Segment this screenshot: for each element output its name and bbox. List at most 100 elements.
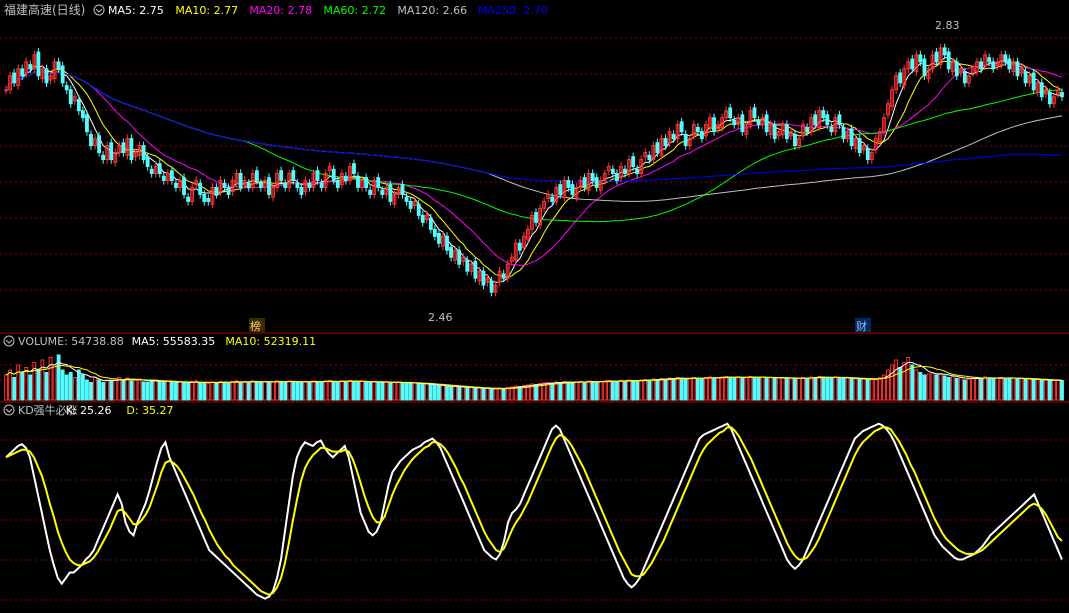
volume-indicator-toggle-icon[interactable] bbox=[3, 335, 15, 347]
candle-body bbox=[202, 193, 207, 202]
moving-average-lines bbox=[5, 57, 1063, 283]
candle-body bbox=[898, 72, 903, 84]
candle-body bbox=[89, 133, 93, 147]
legend-item: MA250: 2.70 bbox=[478, 4, 548, 17]
volume-bar bbox=[566, 381, 571, 401]
candle-body bbox=[865, 147, 870, 161]
volume-bar bbox=[619, 380, 623, 401]
candle-body bbox=[695, 126, 700, 133]
volume-bar bbox=[639, 379, 644, 401]
candle-body bbox=[121, 142, 126, 154]
volume-bar bbox=[331, 381, 336, 401]
candle-body bbox=[1003, 54, 1008, 63]
candle-body bbox=[400, 184, 405, 195]
candle-body bbox=[473, 260, 478, 279]
volume-bar bbox=[258, 381, 263, 401]
volume-bar bbox=[647, 379, 652, 401]
main-indicator-toggle-icon[interactable] bbox=[93, 4, 105, 16]
volume-bar bbox=[97, 379, 101, 401]
volume-bar bbox=[886, 369, 890, 401]
volume-bar bbox=[432, 385, 437, 401]
volume-bar bbox=[853, 378, 858, 401]
kd-indicator-toggle-icon[interactable] bbox=[3, 404, 15, 416]
candle-body bbox=[198, 182, 203, 195]
legend-item: K: 25.26 bbox=[66, 404, 112, 417]
candle-body bbox=[732, 119, 737, 126]
candle-body bbox=[420, 214, 425, 223]
volume-bar bbox=[776, 377, 781, 401]
volume-bar bbox=[161, 382, 166, 401]
volume-bar bbox=[760, 376, 765, 401]
stock-chart: 福建高速(日线) MA5: 2.75 MA10: 2.77 MA20: 2.78 MA… bbox=[0, 2, 1069, 601]
volume-bar bbox=[1031, 379, 1036, 401]
volume-bar bbox=[764, 377, 769, 401]
volume-bar bbox=[424, 383, 429, 401]
volume-bar bbox=[315, 381, 320, 401]
volume-bar bbox=[878, 377, 882, 401]
volume-bar bbox=[76, 369, 81, 401]
candle-body bbox=[364, 177, 369, 188]
volume-bar bbox=[942, 375, 947, 401]
d-line bbox=[5, 426, 1063, 596]
volume-bar bbox=[174, 382, 178, 401]
volume-bar bbox=[780, 377, 785, 401]
candle-body bbox=[376, 177, 381, 188]
volume-bar bbox=[627, 379, 631, 401]
candle-body bbox=[222, 182, 227, 188]
chevron-down-icon bbox=[5, 339, 13, 344]
candle-body bbox=[534, 212, 538, 223]
volume-bar bbox=[890, 364, 894, 401]
volume-bar bbox=[938, 373, 943, 401]
candle-body bbox=[679, 121, 684, 133]
volume-bar bbox=[101, 382, 106, 401]
volume-bar bbox=[829, 377, 834, 401]
volume-bar bbox=[113, 378, 118, 401]
volume-bar bbox=[554, 381, 559, 401]
volume-bar bbox=[449, 386, 453, 401]
candle-body bbox=[1060, 92, 1064, 98]
candle-body bbox=[671, 133, 676, 140]
candle-body bbox=[849, 128, 854, 147]
volume-bar bbox=[137, 378, 142, 401]
candle-body bbox=[740, 114, 745, 133]
volume-bar bbox=[246, 382, 251, 401]
candle-body bbox=[258, 182, 263, 188]
candle-body bbox=[299, 186, 304, 195]
candle-body bbox=[319, 182, 324, 188]
volume-bar bbox=[720, 376, 725, 401]
volume-bar bbox=[752, 376, 757, 401]
volume-bar bbox=[319, 381, 324, 401]
candle-body bbox=[728, 107, 733, 119]
candle-body bbox=[991, 61, 996, 70]
volume-bar bbox=[210, 381, 215, 401]
legend-item: MA5: 2.75 bbox=[108, 4, 164, 17]
volume-bar bbox=[457, 387, 462, 401]
candle-body bbox=[918, 54, 923, 63]
candle-body bbox=[335, 179, 340, 188]
volume-bar bbox=[198, 382, 203, 401]
volume-bar bbox=[1011, 377, 1016, 401]
volume-bar bbox=[805, 377, 810, 401]
volume-bar bbox=[465, 387, 470, 401]
candle-body bbox=[246, 182, 251, 188]
volume-bar bbox=[477, 387, 482, 401]
volume-bar bbox=[230, 381, 235, 401]
volume-bar bbox=[975, 377, 979, 401]
candle-body bbox=[20, 68, 25, 77]
volume-bar bbox=[712, 377, 716, 401]
legend-item: MA5: 55583.35 bbox=[132, 335, 216, 348]
volume-bar bbox=[372, 381, 377, 401]
volume-bar bbox=[756, 377, 761, 401]
volume-bar bbox=[558, 382, 563, 401]
volume-bar bbox=[291, 381, 296, 401]
volume-bar bbox=[562, 381, 567, 401]
volume-bar bbox=[441, 385, 445, 401]
candle-body bbox=[465, 259, 470, 272]
candle-body bbox=[356, 175, 360, 188]
legend-item: D: 35.27 bbox=[126, 404, 173, 417]
volume-bar bbox=[574, 381, 579, 401]
volume-bar bbox=[1056, 379, 1060, 401]
legend-item: MA10: 52319.11 bbox=[225, 335, 316, 348]
volume-bar bbox=[687, 378, 692, 401]
volume-bar bbox=[242, 381, 247, 401]
